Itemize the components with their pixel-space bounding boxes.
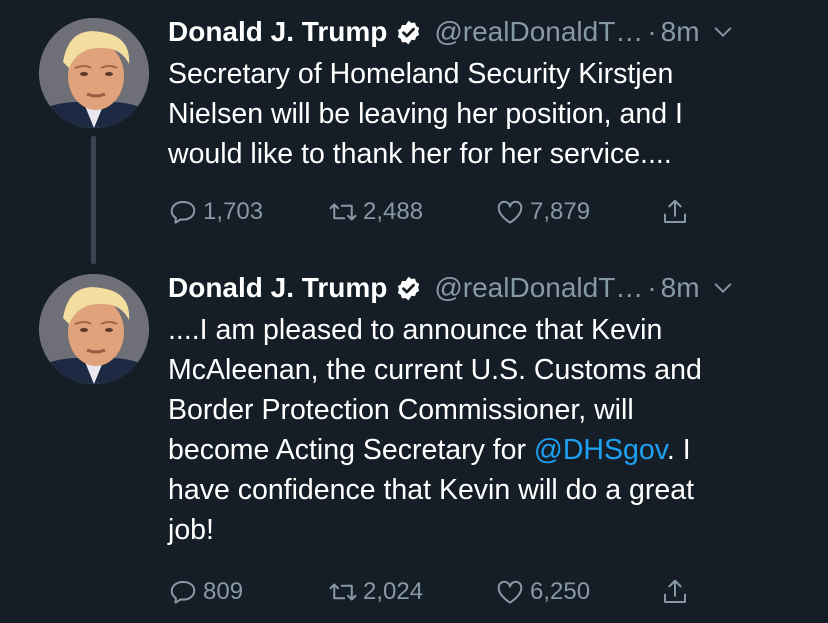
reply-icon [170, 201, 196, 224]
timestamp[interactable]: 8m [661, 16, 700, 48]
tweet-header: Donald J. Trump @realDonaldT… · 8m [168, 12, 788, 52]
tweet-text-line: job! [168, 514, 214, 546]
verified-badge-icon [398, 276, 420, 300]
heart-icon [497, 580, 523, 604]
share-icon [664, 199, 686, 223]
tweet-actions: 1,703 2,488 7,879 [168, 194, 768, 230]
share-button[interactable] [660, 574, 690, 610]
reply-icon [170, 581, 196, 604]
tweet-text-line: would like to thank her for her service.… [168, 138, 672, 170]
tweet-text-line: McAleenan, the current U.S. Customs and [168, 354, 702, 386]
author-name[interactable]: Donald J. Trump [168, 272, 387, 304]
tweet[interactable]: Donald J. Trump @realDonaldT… · 8m ....I… [0, 262, 828, 623]
author-name[interactable]: Donald J. Trump [168, 16, 387, 48]
mention-link[interactable]: @DHSgov [534, 434, 667, 466]
timestamp[interactable]: 8m [661, 272, 700, 304]
tweet-text-line: become Acting Secretary for @DHSgov. I [168, 430, 798, 470]
heart-icon [497, 200, 523, 224]
author-handle[interactable]: @realDonaldT… [434, 272, 643, 304]
avatar[interactable] [39, 18, 149, 128]
chevron-down-icon[interactable] [712, 21, 734, 43]
chevron-down-icon[interactable] [712, 277, 734, 299]
tweet-text-segment: . I [666, 434, 691, 466]
tweet-text-line: Nielsen will be leaving her position, an… [168, 98, 683, 130]
retweet-count: 2,024 [363, 578, 424, 605]
tweet-text-line: ....I am pleased to announce that Kevin [168, 314, 663, 346]
share-button[interactable] [660, 194, 690, 230]
tweet-text-line: Border Protection Commissioner, will [168, 394, 634, 426]
like-count: 7,879 [530, 198, 591, 225]
separator-dot: · [647, 272, 657, 303]
tweet-text: ....I am pleased to announce that Kevin … [168, 310, 798, 550]
retweet-button[interactable]: 2,488 [328, 194, 423, 230]
separator-dot: · [647, 16, 657, 47]
tweet-actions: 809 2,024 6,250 [168, 574, 768, 610]
like-button[interactable]: 6,250 [495, 574, 590, 610]
tweet-text-segment: become Acting Secretary for [168, 434, 534, 466]
reply-count: 1,703 [203, 198, 264, 225]
author-handle[interactable]: @realDonaldT… [434, 16, 643, 48]
avatar[interactable] [39, 274, 149, 384]
retweet-icon [329, 583, 357, 601]
tweet[interactable]: Donald J. Trump @realDonaldT… · 8m Secre… [0, 0, 828, 262]
tweet-text-line: have confidence that Kevin will do a gre… [168, 474, 694, 506]
retweet-button[interactable]: 2,024 [328, 574, 423, 610]
retweet-icon [329, 203, 357, 221]
tweet-text-line: Secretary of Homeland Security Kirstjen [168, 58, 674, 90]
reply-count: 809 [203, 578, 244, 605]
verified-badge-icon [398, 20, 420, 44]
like-count: 6,250 [530, 578, 591, 605]
reply-button[interactable]: 1,703 [168, 194, 263, 230]
tweet-header: Donald J. Trump @realDonaldT… · 8m [168, 268, 788, 308]
reply-button[interactable]: 809 [168, 574, 243, 610]
share-icon [664, 579, 686, 603]
like-button[interactable]: 7,879 [495, 194, 590, 230]
tweet-text: Secretary of Homeland Security Kirstjen … [168, 54, 798, 174]
retweet-count: 2,488 [363, 198, 424, 225]
